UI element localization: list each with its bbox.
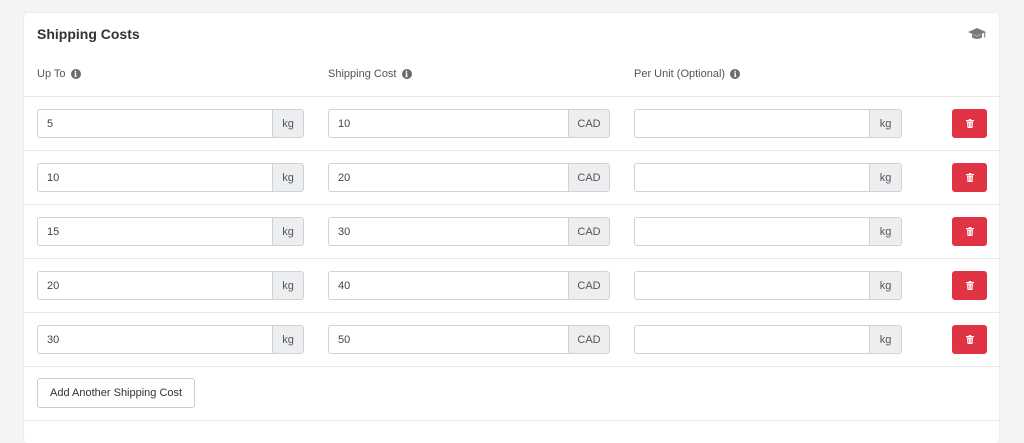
add-shipping-cost-button[interactable]: Add Another Shipping Cost bbox=[37, 378, 196, 408]
per-unit-input[interactable] bbox=[634, 217, 869, 246]
card-header: Shipping Costs bbox=[24, 13, 999, 55]
up-to-input[interactable] bbox=[37, 217, 272, 246]
shipping-cost-input[interactable] bbox=[328, 109, 568, 138]
trash-icon bbox=[965, 335, 974, 344]
shipping-cost-input-group: CAD bbox=[328, 163, 610, 192]
per-unit-input-group: kg bbox=[634, 217, 902, 246]
delete-row-button[interactable] bbox=[952, 325, 987, 354]
shipping-cost-row: kg CAD kg bbox=[24, 96, 999, 150]
up-to-input-group: kg bbox=[37, 109, 304, 138]
up-to-input-group: kg bbox=[37, 163, 304, 192]
weight-unit-addon: kg bbox=[869, 217, 902, 246]
up-to-input-group: kg bbox=[37, 325, 304, 354]
delete-row-button[interactable] bbox=[952, 217, 987, 246]
weight-unit-addon: kg bbox=[272, 325, 304, 354]
column-headers: Up To i Shipping Cost i Per Unit (Option… bbox=[24, 63, 999, 87]
column-header-per-unit: Per Unit (Optional) i bbox=[634, 68, 741, 80]
delete-row-button[interactable] bbox=[952, 271, 987, 300]
currency-addon: CAD bbox=[568, 217, 610, 246]
column-header-shipping-cost: Shipping Cost i bbox=[328, 68, 412, 80]
shipping-cost-input-group: CAD bbox=[328, 325, 610, 354]
shipping-cost-input-group: CAD bbox=[328, 271, 610, 300]
weight-unit-addon: kg bbox=[869, 271, 902, 300]
currency-addon: CAD bbox=[568, 271, 610, 300]
trash-icon bbox=[965, 281, 974, 290]
delete-row-button[interactable] bbox=[952, 109, 987, 138]
shipping-cost-row: kg CAD kg bbox=[24, 204, 999, 258]
per-unit-input[interactable] bbox=[634, 325, 869, 354]
up-to-input-group: kg bbox=[37, 271, 304, 300]
card-title: Shipping Costs bbox=[37, 26, 140, 42]
trash-icon bbox=[965, 119, 974, 128]
currency-addon: CAD bbox=[568, 109, 610, 138]
weight-unit-addon: kg bbox=[272, 271, 304, 300]
currency-addon: CAD bbox=[568, 325, 610, 354]
shipping-costs-card: Shipping Costs Up To i Shipping Cost i P… bbox=[24, 13, 999, 443]
trash-icon bbox=[965, 227, 974, 236]
weight-unit-addon: kg bbox=[272, 217, 304, 246]
weight-unit-addon: kg bbox=[272, 163, 304, 192]
column-header-label: Up To bbox=[37, 68, 66, 80]
up-to-input[interactable] bbox=[37, 163, 272, 192]
currency-addon: CAD bbox=[568, 163, 610, 192]
delete-row-button[interactable] bbox=[952, 163, 987, 192]
up-to-input-group: kg bbox=[37, 217, 304, 246]
trash-icon bbox=[965, 173, 974, 182]
shipping-cost-row: kg CAD kg bbox=[24, 150, 999, 204]
shipping-cost-row: kg CAD kg bbox=[24, 258, 999, 312]
info-icon[interactable]: i bbox=[730, 69, 741, 79]
column-header-label: Shipping Cost bbox=[328, 68, 397, 80]
shipping-cost-input-group: CAD bbox=[328, 217, 610, 246]
weight-unit-addon: kg bbox=[869, 163, 902, 192]
per-unit-input[interactable] bbox=[634, 109, 869, 138]
up-to-input[interactable] bbox=[37, 109, 272, 138]
per-unit-input-group: kg bbox=[634, 271, 902, 300]
info-icon[interactable]: i bbox=[70, 69, 81, 79]
shipping-cost-input[interactable] bbox=[328, 271, 568, 300]
weight-unit-addon: kg bbox=[869, 109, 902, 138]
per-unit-input-group: kg bbox=[634, 109, 902, 138]
shipping-cost-input[interactable] bbox=[328, 163, 568, 192]
shipping-cost-input-group: CAD bbox=[328, 109, 610, 138]
shipping-cost-input[interactable] bbox=[328, 217, 568, 246]
weight-unit-addon: kg bbox=[869, 325, 902, 354]
shipping-cost-input[interactable] bbox=[328, 325, 568, 354]
graduation-cap-icon[interactable] bbox=[967, 27, 987, 41]
per-unit-input-group: kg bbox=[634, 163, 902, 192]
column-header-up-to: Up To i bbox=[37, 68, 81, 80]
per-unit-input-group: kg bbox=[634, 325, 902, 354]
up-to-input[interactable] bbox=[37, 271, 272, 300]
per-unit-input[interactable] bbox=[634, 163, 869, 192]
per-unit-input[interactable] bbox=[634, 271, 869, 300]
shipping-cost-row: kg CAD kg bbox=[24, 312, 999, 366]
up-to-input[interactable] bbox=[37, 325, 272, 354]
shipping-cost-rows: kg CAD kg kg CAD bbox=[24, 96, 999, 421]
weight-unit-addon: kg bbox=[272, 109, 304, 138]
info-icon[interactable]: i bbox=[401, 69, 412, 79]
column-header-label: Per Unit (Optional) bbox=[634, 68, 726, 80]
add-row-footer: Add Another Shipping Cost bbox=[24, 366, 999, 421]
